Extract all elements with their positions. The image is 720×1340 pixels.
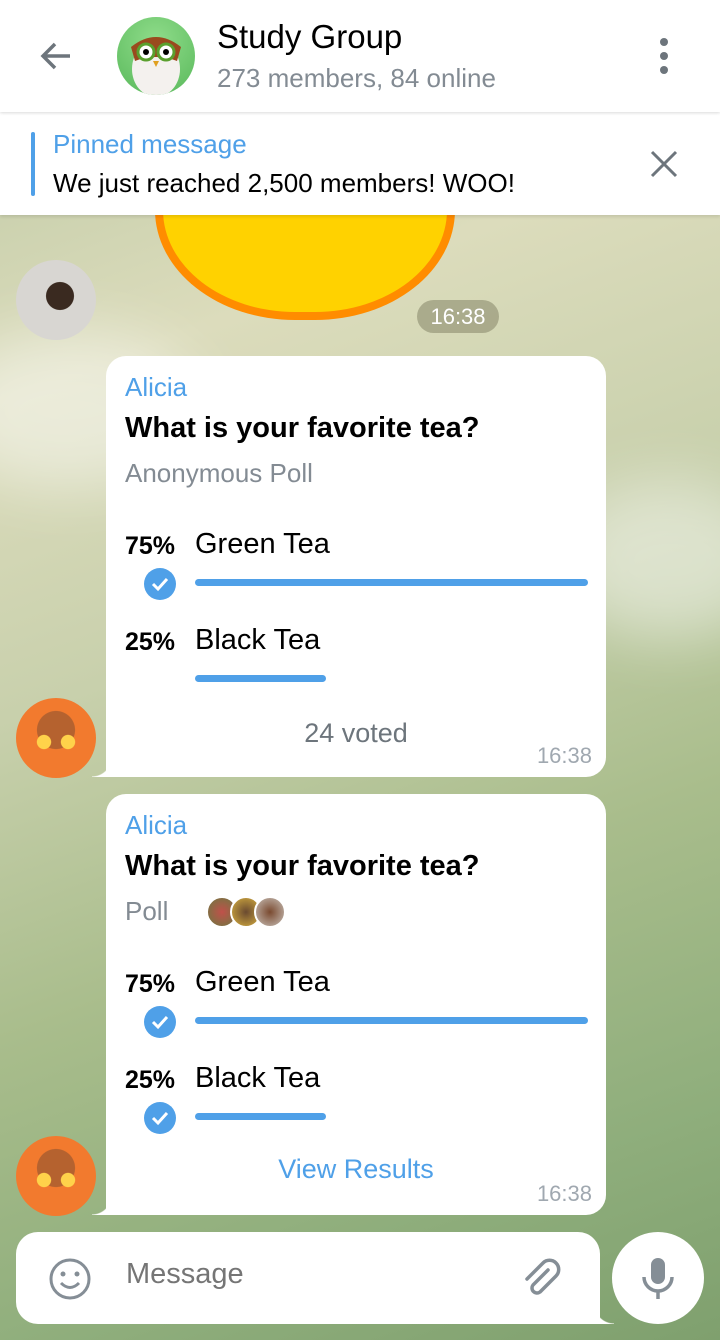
poll-option[interactable]: 75% Green Tea xyxy=(106,522,606,618)
check-icon xyxy=(144,1102,176,1134)
group-avatar[interactable] xyxy=(117,17,195,95)
sender-avatar[interactable] xyxy=(16,260,96,340)
sender-name[interactable]: Alicia xyxy=(125,372,187,403)
option-label: Green Tea xyxy=(195,528,330,560)
more-options-icon[interactable] xyxy=(654,38,674,74)
poll-option[interactable]: 25% Black Tea xyxy=(106,618,606,714)
pinned-message-bar[interactable]: Pinned message We just reached 2,500 mem… xyxy=(0,112,720,215)
emoji-icon[interactable] xyxy=(48,1257,92,1301)
poll-message: Alicia What is your favorite tea? Poll 7… xyxy=(92,794,606,1215)
message-time: 16:38 xyxy=(536,743,592,768)
poll-question: What is your favorite tea? xyxy=(125,412,480,444)
check-icon xyxy=(144,568,176,600)
microphone-icon xyxy=(642,1258,674,1299)
message-time: 16:38 xyxy=(536,1181,592,1206)
option-percent: 25% xyxy=(125,1066,176,1094)
option-label: Black Tea xyxy=(195,1062,321,1094)
vote-count: 24 voted xyxy=(304,718,408,748)
option-bar xyxy=(195,675,326,682)
pinned-text: We just reached 2,500 members! WOO! xyxy=(53,168,515,198)
close-icon[interactable] xyxy=(648,148,680,180)
poll-option[interactable]: 75% Green Tea xyxy=(106,960,606,1056)
message-composer xyxy=(16,1232,614,1324)
option-label: Black Tea xyxy=(195,624,321,656)
poll-type: Poll xyxy=(125,896,169,926)
back-arrow-icon[interactable] xyxy=(36,36,76,76)
option-label: Green Tea xyxy=(195,966,330,998)
option-percent: 75% xyxy=(125,532,176,560)
poll-question: What is your favorite tea? xyxy=(125,850,480,882)
sender-name[interactable]: Alicia xyxy=(125,810,187,841)
attach-icon[interactable] xyxy=(518,1256,562,1300)
pinned-accent-line xyxy=(31,132,35,196)
check-icon xyxy=(144,1006,176,1038)
recent-voters xyxy=(206,896,286,928)
poll-option[interactable]: 25% Black Tea xyxy=(106,1056,606,1152)
option-percent: 25% xyxy=(125,628,176,656)
voice-record-button[interactable] xyxy=(612,1232,704,1324)
message-input[interactable] xyxy=(126,1258,506,1291)
chat-title[interactable]: Study Group xyxy=(217,18,402,56)
sticker-time: 16:38 xyxy=(417,300,499,333)
poll-type: Anonymous Poll xyxy=(125,458,313,488)
sender-avatar[interactable] xyxy=(16,1136,96,1216)
option-bar xyxy=(195,1017,588,1024)
sender-avatar[interactable] xyxy=(16,698,96,778)
member-count: 273 members, 84 online xyxy=(217,63,496,93)
chat-header: Study Group 273 members, 84 online xyxy=(0,0,720,112)
option-percent: 75% xyxy=(125,970,176,998)
voter-avatar xyxy=(254,896,286,928)
option-bar xyxy=(195,579,588,586)
poll-message: Alicia What is your favorite tea? Anonym… xyxy=(92,356,606,777)
view-results-button[interactable]: View Results xyxy=(106,1154,606,1185)
pinned-label: Pinned message xyxy=(53,129,247,159)
option-bar xyxy=(195,1113,326,1120)
